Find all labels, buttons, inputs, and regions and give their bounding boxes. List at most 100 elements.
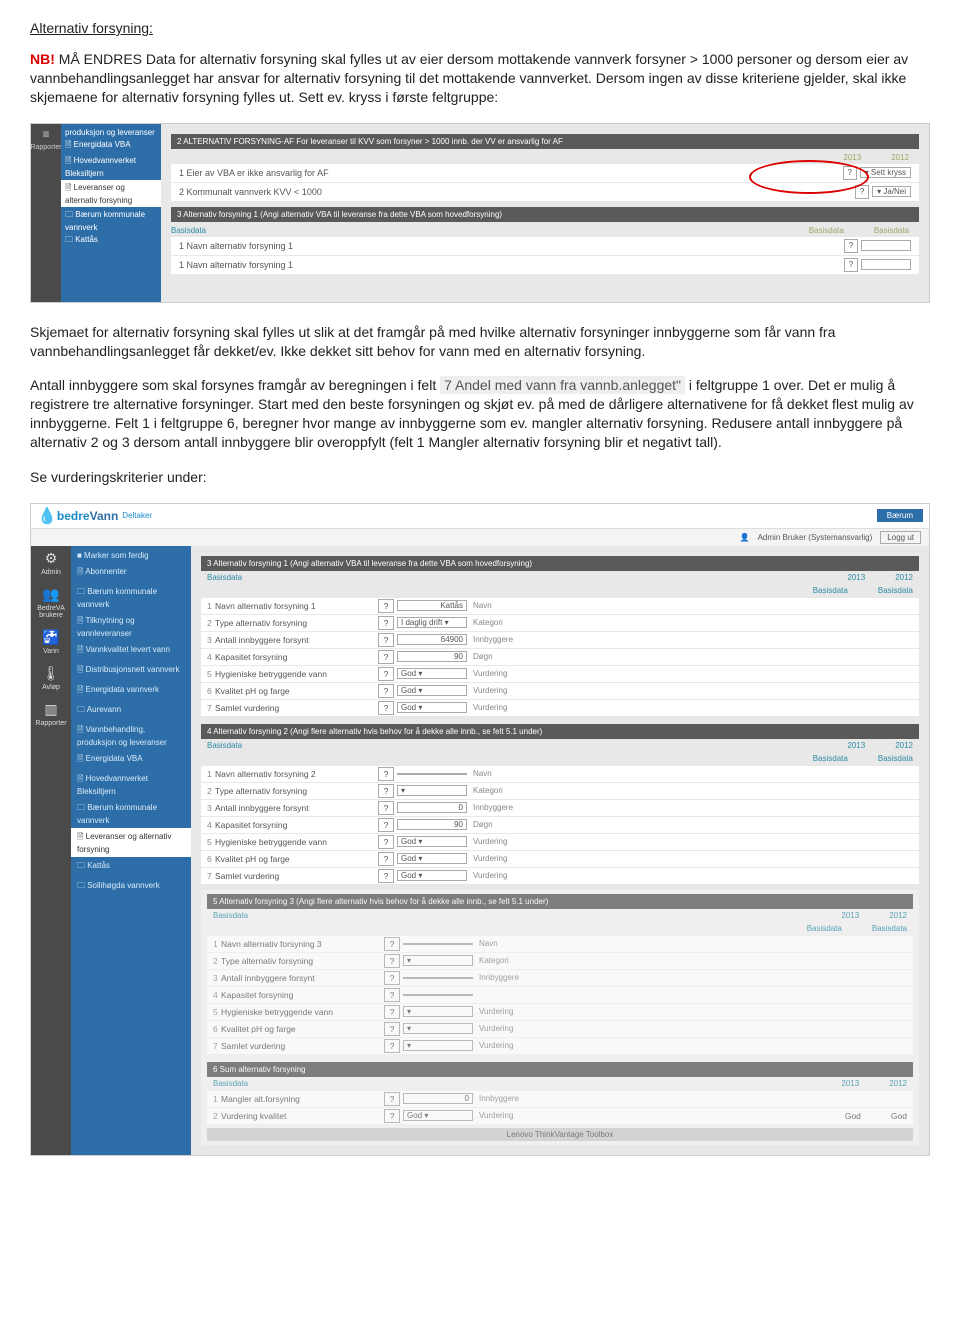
unit: Innbyggere [479, 1094, 519, 1103]
ph-select[interactable]: ▾ [403, 1023, 473, 1034]
help-icon[interactable]: ? [378, 701, 394, 715]
kapasitet-input[interactable]: 90 [397, 651, 467, 662]
help-icon[interactable]: ? [384, 1005, 400, 1019]
samlet-select[interactable]: God ▾ [397, 702, 467, 713]
sb-item-baerum[interactable]: 🗀 Bærum kommunale vannverk [65, 208, 157, 233]
janei-select[interactable]: ▾ Ja/Nei [872, 186, 911, 197]
help-icon[interactable]: ? [378, 650, 394, 664]
unit: Døgn [473, 652, 493, 661]
hygiene-select[interactable]: God ▾ [397, 836, 467, 847]
navn-input[interactable]: Kattås [397, 600, 467, 611]
logout-button[interactable]: Logg ut [880, 531, 921, 544]
basisdata-2012[interactable]: Basisdata [874, 226, 909, 235]
sb-tilknytning[interactable]: 🗎 Tilknytning og vannleveranser [71, 612, 191, 641]
help-icon[interactable]: ? [384, 971, 400, 985]
rail-avlop[interactable]: 🌡Avløp [42, 665, 60, 691]
innbyggere-input[interactable]: 0 [397, 802, 467, 813]
innbyggere-input[interactable] [403, 977, 473, 979]
sb-abonnenter[interactable]: 🗎 Abonnenter [71, 563, 191, 583]
bar-chart-icon[interactable]: ▥ [43, 130, 50, 138]
type-select[interactable]: ▾ [403, 955, 473, 966]
sb-leveranser-af[interactable]: 🗎 Leveranser og alternativ forsyning [71, 828, 191, 857]
group-5-subheader: Basisdata 20132012 [207, 909, 913, 922]
sb-kattas[interactable]: 🗀 Kattås [71, 857, 191, 877]
val-2013: God [845, 1111, 861, 1121]
sb-vannkvalitet[interactable]: 🗎 Vannkvalitet levert vann [71, 641, 191, 661]
help-icon[interactable]: ? [384, 937, 400, 951]
sb-aurevann[interactable]: 🗀 Aurevann [71, 701, 191, 721]
help-icon[interactable]: ? [378, 667, 394, 681]
sb-hovedvannverk[interactable]: 🗎 Hovedvannverket Bleksiltjern [71, 770, 191, 799]
field[interactable] [861, 240, 911, 251]
ph-select[interactable]: God ▾ [397, 853, 467, 864]
sb-distribusjon[interactable]: 🗎 Distribusjonsnett vannverk [71, 661, 191, 681]
org-button[interactable]: Bærum [877, 509, 923, 522]
type-select[interactable]: ▾ [397, 785, 467, 796]
help-icon[interactable]: ? [844, 239, 858, 253]
help-icon[interactable]: ? [378, 801, 394, 815]
g6-r2: 2Vurdering kvalitet?God ▾VurderingGodGod [207, 1108, 913, 1124]
help-icon[interactable]: ? [384, 988, 400, 1002]
taskbar-item[interactable]: Lenovo ThinkVantage Toolbox [207, 1128, 913, 1141]
help-icon[interactable]: ? [384, 954, 400, 968]
sb-item-leveranser[interactable]: 🗎 Leveranser og alternativ forsyning [61, 180, 161, 207]
help-icon[interactable]: ? [378, 869, 394, 883]
help-icon[interactable]: ? [844, 258, 858, 272]
field-reference-code: 7 Andel med vann fra vannb.anlegget" [440, 376, 685, 394]
help-icon[interactable]: ? [378, 684, 394, 698]
sb-baerum-kv[interactable]: 🗀 Bærum kommunale vannverk [71, 583, 191, 612]
type-select[interactable]: I daglig drift ▾ [397, 617, 467, 628]
basis-2012[interactable]: Basisdata [878, 754, 913, 763]
row-label: 1 Eier av VBA er ikke ansvarlig for AF [179, 168, 329, 178]
sb-energidata-vba[interactable]: 🗎 Energidata VBA [71, 750, 191, 770]
hygiene-select[interactable]: God ▾ [397, 668, 467, 679]
samlet-select[interactable]: ▾ [403, 1040, 473, 1051]
help-icon[interactable]: ? [378, 852, 394, 866]
help-icon[interactable]: ? [384, 1039, 400, 1053]
help-icon[interactable]: ? [378, 835, 394, 849]
kapasitet-input[interactable] [403, 994, 473, 996]
basis-2012[interactable]: Basisdata [878, 586, 913, 595]
samlet-select[interactable]: God ▾ [397, 870, 467, 881]
mangler-input[interactable]: 0 [403, 1093, 473, 1104]
basis-2013[interactable]: Basisdata [813, 754, 848, 763]
sb-item-kattas[interactable]: 🗀 Kattås [65, 233, 157, 249]
sb-baerum-kv2[interactable]: 🗀 Bærum kommunale vannverk [71, 799, 191, 828]
sb-item-hoved[interactable]: 🗎 Hovedvannverket Bleksiltjern [65, 154, 157, 179]
sb-vannbehandling[interactable]: 🗎 Vannbehandling, produksjon og leverans… [71, 721, 191, 750]
group-3-basislinks: Basisdata Basisdata [201, 584, 919, 597]
help-icon[interactable]: ? [378, 784, 394, 798]
sb-energidata-vv[interactable]: 🗎 Energidata vannverk [71, 681, 191, 701]
rail-admin[interactable]: ⚙Admin [41, 550, 61, 576]
help-icon[interactable]: ? [378, 616, 394, 630]
innbyggere-input[interactable]: 64900 [397, 634, 467, 645]
sb-item-prod[interactable]: produksjon og leveranser [65, 127, 157, 138]
rail-rapporter[interactable]: Rapporter [30, 144, 61, 151]
rail-vann[interactable]: 🚰Vann [42, 629, 59, 655]
help-icon[interactable]: ? [378, 818, 394, 832]
ph-select[interactable]: God ▾ [397, 685, 467, 696]
help-icon[interactable]: ? [384, 1092, 400, 1106]
sb-sollihogda[interactable]: 🗀 Sollihøgda vannverk [71, 877, 191, 897]
rail-bedreva[interactable]: 👥BedreVA brukere [31, 586, 71, 619]
basisdata-2013[interactable]: Basisdata [809, 226, 844, 235]
help-icon[interactable]: ? [384, 1109, 400, 1123]
navn-input[interactable] [397, 773, 467, 775]
help-icon[interactable]: ? [378, 767, 394, 781]
vurdering-select[interactable]: God ▾ [403, 1110, 473, 1121]
kapasitet-input[interactable]: 90 [397, 819, 467, 830]
basis-2013[interactable]: Basisdata [807, 924, 842, 933]
field[interactable] [861, 259, 911, 270]
sb-item-energi[interactable]: 🗎 Energidata VBA [65, 138, 157, 154]
basis-2012[interactable]: Basisdata [872, 924, 907, 933]
basis-2013[interactable]: Basisdata [813, 586, 848, 595]
rail-rapporter[interactable]: ▥Rapporter [35, 701, 66, 727]
sb-marker[interactable]: ■ Marker som ferdig [71, 548, 191, 563]
navn-input[interactable] [403, 943, 473, 945]
help-icon[interactable]: ? [378, 599, 394, 613]
help-icon[interactable]: ? [384, 1022, 400, 1036]
group-5-faded: 5 Alternativ forsyning 3 (Angi flere alt… [201, 890, 919, 1145]
help-icon[interactable]: ? [378, 633, 394, 647]
hygiene-select[interactable]: ▾ [403, 1006, 473, 1017]
g5-r5: 5Hygieniske betryggende vann? ▾Vurdering [207, 1004, 913, 1020]
